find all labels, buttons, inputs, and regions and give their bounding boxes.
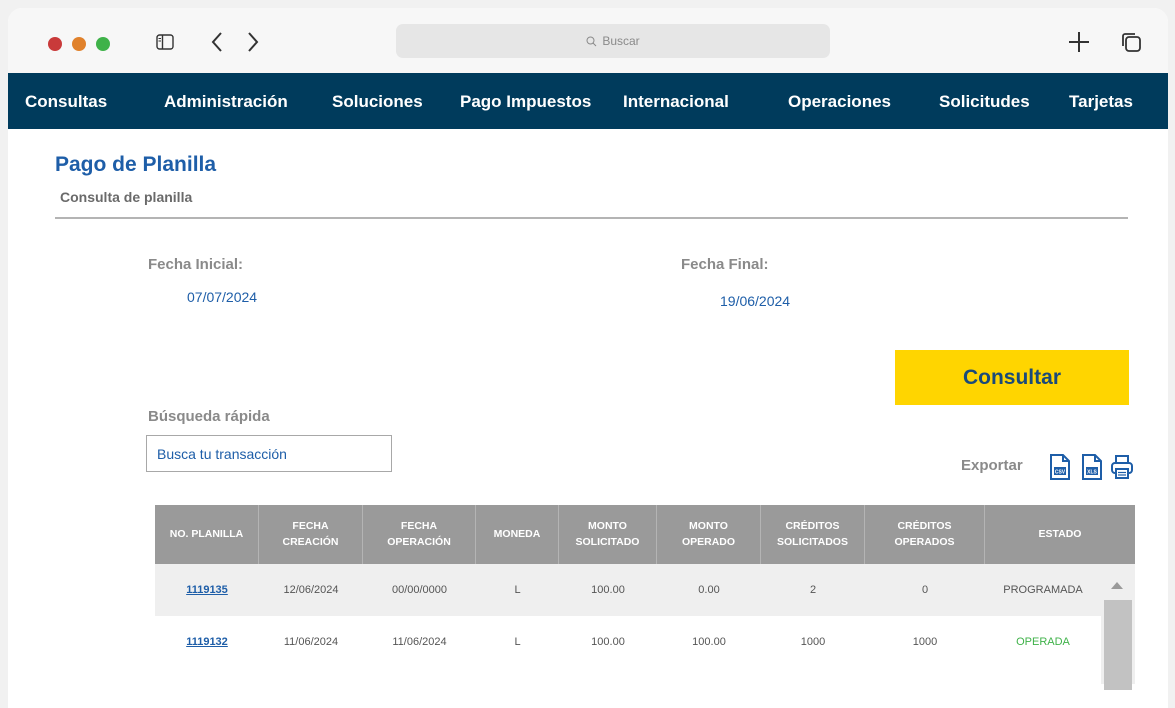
cell-planilla: 1119132 xyxy=(155,616,259,668)
tabs-overview-icon[interactable] xyxy=(1118,28,1144,56)
table-row[interactable]: 1119132 11/06/2024 11/06/2024 L 100.00 1… xyxy=(155,616,1101,668)
header-text: NO. PLANILLA xyxy=(169,527,244,540)
cell-creditos-solicitados: 1000 xyxy=(800,636,826,648)
header-text: MONEDA xyxy=(493,527,541,540)
table-row[interactable]: 1119135 12/06/2024 00/00/0000 L 100.00 0… xyxy=(155,564,1101,616)
cell-moneda: L xyxy=(514,584,521,596)
main-navigation: Consultas Administración Soluciones Pago… xyxy=(8,73,1168,129)
nav-item-pago-impuestos[interactable]: Pago Impuestos xyxy=(460,92,591,112)
header-text: CRÉDITOS xyxy=(785,519,840,532)
header-text: MONTO xyxy=(588,519,627,532)
nav-item-operaciones[interactable]: Operaciones xyxy=(788,92,891,112)
cell-fecha-creacion: 12/06/2024 xyxy=(283,584,339,596)
table-header: NO. PLANILLA FECHA CREACIÓN FECHA OPERACIÓ… xyxy=(155,505,1135,564)
xls-file-icon[interactable]: XLS xyxy=(1080,454,1104,480)
print-icon[interactable] xyxy=(1110,454,1134,480)
start-date-label: Fecha Inicial: xyxy=(148,256,244,273)
header-text: MONTO xyxy=(689,519,728,532)
status-badge: OPERADA xyxy=(1016,636,1070,648)
cell-fecha-operacion: 11/06/2024 xyxy=(392,636,447,648)
cell-fecha-creacion: 11/06/2024 xyxy=(283,636,339,648)
csv-icon-label: CSV xyxy=(1055,469,1066,475)
col-header-creditos-solicitados[interactable]: CRÉDITOS SOLICITADOS xyxy=(761,505,865,564)
nav-item-consultas[interactable]: Consultas xyxy=(25,92,107,112)
header-text: ESTADO xyxy=(1038,527,1082,540)
page-title: Pago de Planilla xyxy=(55,153,217,176)
nav-item-solicitudes[interactable]: Solicitudes xyxy=(939,92,1030,112)
header-text: OPERACIÓN xyxy=(387,535,451,548)
nav-item-soluciones[interactable]: Soluciones xyxy=(332,92,423,112)
cell-monto-operado: 0.00 xyxy=(698,584,720,596)
header-text: FECHA xyxy=(292,519,329,532)
col-header-planilla[interactable]: NO. PLANILLA xyxy=(155,505,259,564)
nav-item-administracion[interactable]: Administración xyxy=(164,92,288,112)
cell-planilla: 1119135 xyxy=(155,564,259,616)
col-header-fecha-creacion[interactable]: FECHA CREACIÓN xyxy=(259,505,363,564)
new-tab-plus-icon[interactable] xyxy=(1066,28,1092,56)
header-text: OPERADO xyxy=(681,535,736,548)
back-arrow-icon[interactable] xyxy=(206,28,228,56)
header-text: OPERADOS xyxy=(894,535,955,548)
end-date-field[interactable]: 19/06/2024 xyxy=(720,293,790,309)
section-divider xyxy=(55,217,1128,219)
planilla-link[interactable]: 1119132 xyxy=(186,636,228,648)
search-icon xyxy=(586,36,597,46)
consultar-button[interactable]: Consultar xyxy=(895,350,1129,405)
cell-monto-operado: 100.00 xyxy=(692,636,726,648)
cell-monto-solicitado: 100.00 xyxy=(591,636,625,648)
export-label: Exportar xyxy=(961,457,1023,474)
cell-fecha-operacion: 00/00/0000 xyxy=(391,584,448,596)
address-search-bar[interactable]: Buscar xyxy=(396,24,830,58)
cell-creditos-operados: 0 xyxy=(921,584,929,596)
cell-moneda: L xyxy=(514,636,521,648)
end-date-label: Fecha Final: xyxy=(681,256,769,273)
header-text: SOLICITADOS xyxy=(777,535,848,548)
cell-monto-solicitado: 100.00 xyxy=(591,584,625,596)
browser-window: Buscar Consultas Administración Solucion… xyxy=(8,8,1168,708)
nav-item-internacional[interactable]: Internacional xyxy=(623,92,729,112)
scroll-up-arrow-icon[interactable] xyxy=(1111,582,1123,589)
sidebar-toggle-icon[interactable] xyxy=(154,28,176,56)
col-header-monto-operado[interactable]: MONTO OPERADO xyxy=(657,505,761,564)
start-date-field[interactable]: 07/07/2024 xyxy=(187,289,257,305)
scrollbar-thumb[interactable] xyxy=(1104,600,1132,690)
table-scrollbar[interactable] xyxy=(1101,564,1135,690)
col-header-estado[interactable]: ESTADO xyxy=(985,505,1135,564)
status-badge: PROGRAMADA xyxy=(1003,584,1083,596)
forward-arrow-icon[interactable] xyxy=(242,28,264,56)
cell-creditos-solicitados: 2 xyxy=(809,584,817,596)
col-header-moneda[interactable]: MONEDA xyxy=(476,505,559,564)
header-text: CREACIÓN xyxy=(282,535,339,548)
minimize-window-button[interactable] xyxy=(72,37,86,51)
close-window-button[interactable] xyxy=(48,37,62,51)
header-text: FECHA xyxy=(400,519,438,532)
browser-titlebar: Buscar xyxy=(8,8,1168,73)
search-placeholder: Buscar xyxy=(602,34,640,48)
quick-search-label: Búsqueda rápida xyxy=(148,408,270,425)
csv-file-icon[interactable]: CSV xyxy=(1048,454,1072,480)
cell-creditos-operados: 1000 xyxy=(912,636,938,648)
header-text: SOLICITADO xyxy=(575,535,640,548)
nav-item-tarjetas[interactable]: Tarjetas xyxy=(1069,92,1133,112)
quick-search-input[interactable] xyxy=(146,435,392,472)
col-header-fecha-operacion[interactable]: FECHA OPERACIÓN xyxy=(363,505,476,564)
col-header-creditos-operados[interactable]: CRÉDITOS OPERADOS xyxy=(865,505,985,564)
maximize-window-button[interactable] xyxy=(96,37,110,51)
page-subtitle: Consulta de planilla xyxy=(60,189,193,205)
planilla-link[interactable]: 1119135 xyxy=(186,584,228,596)
col-header-monto-solicitado[interactable]: MONTO SOLICITADO xyxy=(559,505,657,564)
header-text: CRÉDITOS xyxy=(897,519,952,532)
xls-icon-label: XLS xyxy=(1087,469,1097,475)
